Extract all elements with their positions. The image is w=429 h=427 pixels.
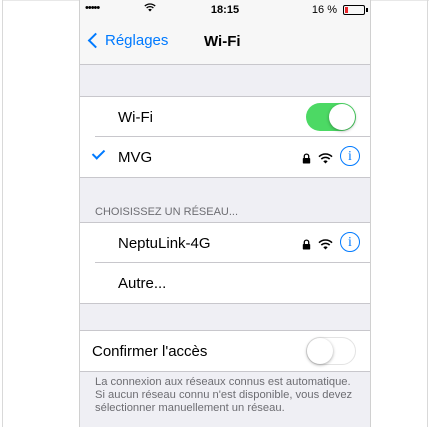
- phone-edge-right: [370, 0, 371, 427]
- battery-level-fill: [345, 7, 348, 13]
- connected-network-name: MVG: [118, 149, 153, 166]
- lock-icon: [302, 151, 311, 163]
- footer-description: La connexion aux réseaux connus est auto…: [95, 376, 353, 414]
- section-header: CHOISISSEZ UN RÉSEAU...: [95, 206, 239, 218]
- wifi-signal-icon: [318, 151, 333, 163]
- wifi-toggle-row: Wi-Fi: [80, 97, 370, 137]
- navigation-bar: Réglages Wi-Fi: [80, 20, 370, 65]
- confirm-access-toggle[interactable]: [306, 337, 356, 365]
- network-status-icons: i: [302, 232, 360, 252]
- connected-network-row[interactable]: MVG i: [80, 137, 370, 177]
- back-button[interactable]: Réglages: [86, 32, 168, 49]
- status-bar: ••••• 18:15 16 %: [80, 0, 370, 20]
- phone-screen: ••••• 18:15 16 % Réglages Wi-Fi Wi-Fi MV…: [80, 0, 370, 427]
- wifi-label: Wi-Fi: [118, 109, 153, 126]
- other-network-label: Autre...: [118, 275, 167, 292]
- toggle-knob: [307, 338, 333, 364]
- screenshot-frame-right: [427, 0, 428, 427]
- network-status-icons: i: [302, 146, 360, 166]
- lock-icon: [302, 237, 311, 249]
- chevron-left-icon: [87, 32, 104, 49]
- network-row[interactable]: NeptuLink-4G i: [80, 223, 370, 263]
- page-title: Wi-Fi: [204, 33, 241, 50]
- battery-tip: [366, 8, 368, 12]
- wifi-group: Wi-Fi MVG i: [80, 96, 370, 178]
- back-label: Réglages: [105, 32, 169, 49]
- checkmark-icon: [91, 146, 106, 160]
- network-name: NeptuLink-4G: [118, 235, 211, 252]
- battery-percentage: 16 %: [311, 4, 337, 16]
- confirm-access-group: Confirmer l'accès: [80, 330, 370, 372]
- wifi-toggle[interactable]: [306, 103, 356, 131]
- screenshot-frame-left: [2, 0, 3, 427]
- networks-group: NeptuLink-4G i Autre...: [80, 222, 370, 304]
- info-icon[interactable]: i: [340, 146, 360, 166]
- confirm-access-row: Confirmer l'accès: [80, 331, 370, 371]
- battery-icon: [343, 5, 365, 15]
- confirm-access-label: Confirmer l'accès: [92, 343, 208, 360]
- info-icon[interactable]: i: [340, 232, 360, 252]
- other-network-row[interactable]: Autre...: [80, 263, 370, 303]
- toggle-knob: [329, 104, 355, 130]
- wifi-signal-icon: [318, 237, 333, 249]
